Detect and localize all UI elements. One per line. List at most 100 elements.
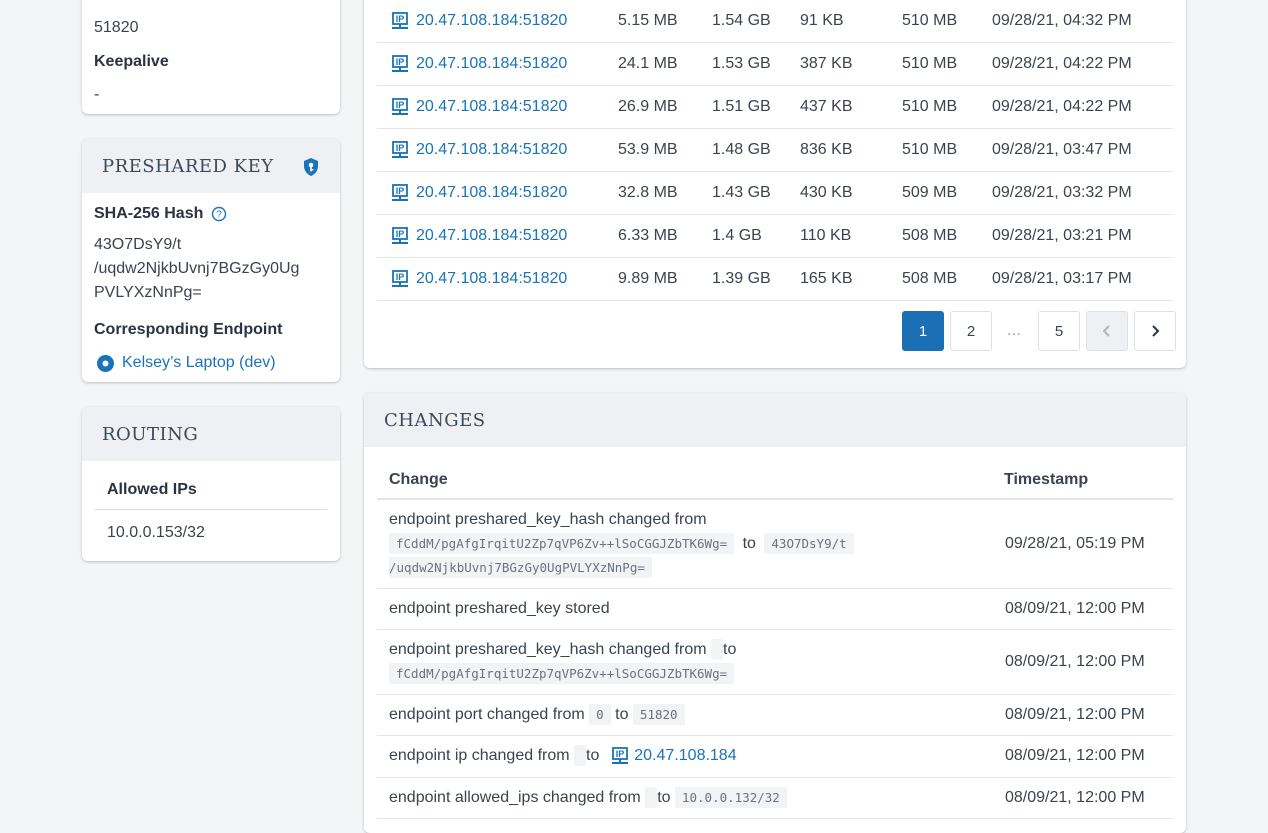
transfer-row: IP 20.47.108.184:51820 9.89 MB 1.39 GB 165 K… (377, 257, 1173, 301)
transfer-endpoint-cell[interactable]: IP 20.47.108.184:51820 (377, 0, 618, 43)
prev-page-button[interactable] (1086, 311, 1128, 351)
transfer-row: IP 20.47.108.184:51820 6.33 MB 1.4 GB 110 KB… (377, 214, 1173, 258)
network-icon: IP (390, 141, 410, 158)
transfer-endpoint-cell[interactable]: IP 20.47.108.184:51820 (377, 214, 618, 258)
change-text: endpoint port changed from (389, 705, 585, 723)
change-row: endpoint allowed_ips changed from to 10.… (377, 777, 1173, 819)
transfer-cell: 1.39 GB (712, 257, 800, 301)
change-row: endpoint preshared_key_hash changed from… (377, 499, 1173, 589)
transfer-endpoint-link[interactable]: 20.47.108.184:51820 (416, 55, 567, 72)
page-2-button[interactable]: 2 (950, 311, 992, 351)
transfer-cell: 32.8 MB (618, 171, 712, 215)
change-text: endpoint preshared_key_hash changed from (389, 640, 707, 658)
change-from-value: 0 (589, 703, 611, 725)
transfer-cell: 5.15 MB (618, 0, 712, 43)
change-timestamp: 08/09/21, 12:00 PM (1004, 588, 1173, 630)
transfer-endpoint-cell[interactable]: IP 20.47.108.184:51820 (377, 128, 618, 172)
ip-link[interactable]: IP 20.47.108.184 (610, 747, 737, 764)
transfer-endpoint-cell[interactable]: IP 20.47.108.184:51820 (377, 171, 618, 215)
transfer-timestamp: 09/28/21, 03:17 PM (992, 257, 1173, 301)
change-to-value: fCddM/pgAfgIrqitU2Zp7qVP6Zv++lSoCGGJZbTK… (389, 662, 735, 684)
network-icon: IP (390, 270, 410, 287)
shield-key-icon (302, 156, 320, 177)
page-5-button[interactable]: 5 (1038, 311, 1080, 351)
transfer-cell: 53.9 MB (618, 128, 712, 172)
change-to-word: to (615, 705, 629, 723)
next-page-button[interactable] (1134, 311, 1176, 351)
transfer-cell: 430 KB (800, 171, 902, 215)
network-icon: IP (611, 747, 628, 764)
ip-link-text[interactable]: 20.47.108.184 (634, 747, 736, 764)
network-icon: IP (390, 184, 410, 201)
changes-card: CHANGES Change Timestamp endpoint presha… (364, 393, 1186, 833)
endpoint-details-card: 51820 Keepalive - (82, 0, 340, 114)
change-text: endpoint preshared_key_hash changed from (389, 510, 707, 528)
svg-text:IP: IP (616, 749, 625, 759)
chevron-left-icon (1102, 325, 1110, 337)
change-from-empty (574, 745, 587, 767)
svg-text:IP: IP (396, 14, 405, 24)
transfer-cell: 26.9 MB (618, 85, 712, 129)
transfer-endpoint-link[interactable]: 20.47.108.184:51820 (416, 270, 567, 287)
change-timestamp: 08/09/21, 12:00 PM (1004, 694, 1173, 736)
transfer-row: IP 20.47.108.184:51820 53.9 MB 1.48 GB 836 K… (377, 128, 1173, 172)
allowed-ips-header: Allowed IPs (95, 477, 327, 510)
change-timestamp: 08/09/21, 12:00 PM (1004, 735, 1173, 778)
hash-label-row: SHA-256 Hash ? (94, 205, 227, 223)
corresponding-endpoint-label: Corresponding Endpoint (94, 321, 283, 338)
transfer-endpoint-link[interactable]: 20.47.108.184:51820 (416, 227, 567, 244)
transfer-timestamp: 09/28/21, 03:47 PM (992, 128, 1173, 172)
change-to-word: to (586, 747, 600, 765)
transfer-endpoint-link[interactable]: 20.47.108.184:51820 (416, 98, 567, 115)
transfer-cell: 91 KB (800, 0, 902, 43)
change-timestamp: 08/09/21, 12:00 PM (1004, 629, 1173, 695)
change-to-word: to (657, 788, 671, 806)
endpoint-name[interactable]: Kelsey’s Laptop (dev) (122, 351, 276, 375)
transfer-cell: 1.51 GB (712, 85, 800, 129)
preshared-key-title: PRESHARED KEY (102, 155, 274, 177)
help-icon[interactable]: ? (211, 205, 227, 223)
svg-text:IP: IP (396, 229, 405, 239)
transfer-endpoint-cell[interactable]: IP 20.47.108.184:51820 (377, 257, 618, 301)
change-from-value: fCddM/pgAfgIrqitU2Zp7qVP6Zv++lSoCGGJZbTK… (389, 532, 735, 554)
change-to-value: 51820 (632, 703, 685, 725)
page-1-button[interactable]: 1 (902, 311, 944, 351)
transfer-cell: 387 KB (800, 42, 902, 86)
change-row: endpoint preshared_key stored 08/09/21, … (377, 588, 1173, 630)
transfers-card: IP 20.47.108.184:51820 5.15 MB 1.54 GB 91 KB… (364, 0, 1186, 368)
changes-header: CHANGES (364, 393, 1186, 447)
transfer-endpoint-link[interactable]: 20.47.108.184:51820 (416, 12, 567, 29)
svg-text:?: ? (217, 209, 223, 220)
transfer-endpoint-cell[interactable]: IP 20.47.108.184:51820 (377, 85, 618, 129)
change-row: endpoint preshared_key_hash changed from… (377, 629, 1173, 695)
routing-title: ROUTING (102, 423, 199, 445)
keepalive-label: Keepalive (94, 53, 169, 70)
routing-header: ROUTING (82, 407, 340, 461)
transfer-cell: 1.54 GB (712, 0, 800, 43)
transfer-row: IP 20.47.108.184:51820 24.1 MB 1.53 GB 387 K… (377, 42, 1173, 86)
change-to-word: to (723, 640, 737, 658)
routing-card: ROUTING Allowed IPs 10.0.0.153/32 (82, 407, 340, 561)
page-ellipsis: … (1006, 321, 1022, 339)
change-to-word: to (742, 534, 756, 552)
endpoint-link[interactable]: Kelsey’s Laptop (dev) (96, 351, 276, 375)
change-text: endpoint preshared_key stored (377, 588, 1004, 630)
change-timestamp: 08/09/21, 12:00 PM (1004, 777, 1173, 819)
transfer-timestamp: 09/28/21, 04:22 PM (992, 42, 1173, 86)
network-icon: IP (390, 98, 410, 115)
transfer-cell: 9.89 MB (618, 257, 712, 301)
change-timestamp: 09/28/21, 05:19 PM (1004, 499, 1173, 589)
transfer-cell: 510 MB (902, 128, 992, 172)
transfer-endpoint-cell[interactable]: IP 20.47.108.184:51820 (377, 42, 618, 86)
transfer-timestamp: 09/28/21, 03:21 PM (992, 214, 1173, 258)
svg-text:IP: IP (396, 272, 405, 282)
transfer-endpoint-link[interactable]: 20.47.108.184:51820 (416, 184, 567, 201)
transfer-endpoint-link[interactable]: 20.47.108.184:51820 (416, 141, 567, 158)
transfer-timestamp: 09/28/21, 04:32 PM (992, 0, 1173, 43)
transfer-cell: 508 MB (902, 257, 992, 301)
changes-title: CHANGES (384, 409, 486, 431)
transfer-cell: 510 MB (902, 85, 992, 129)
transfer-row: IP 20.47.108.184:51820 5.15 MB 1.54 GB 91 KB… (377, 0, 1173, 43)
hash-line: 43O7DsY9/t (94, 236, 182, 253)
svg-text:IP: IP (396, 186, 405, 196)
